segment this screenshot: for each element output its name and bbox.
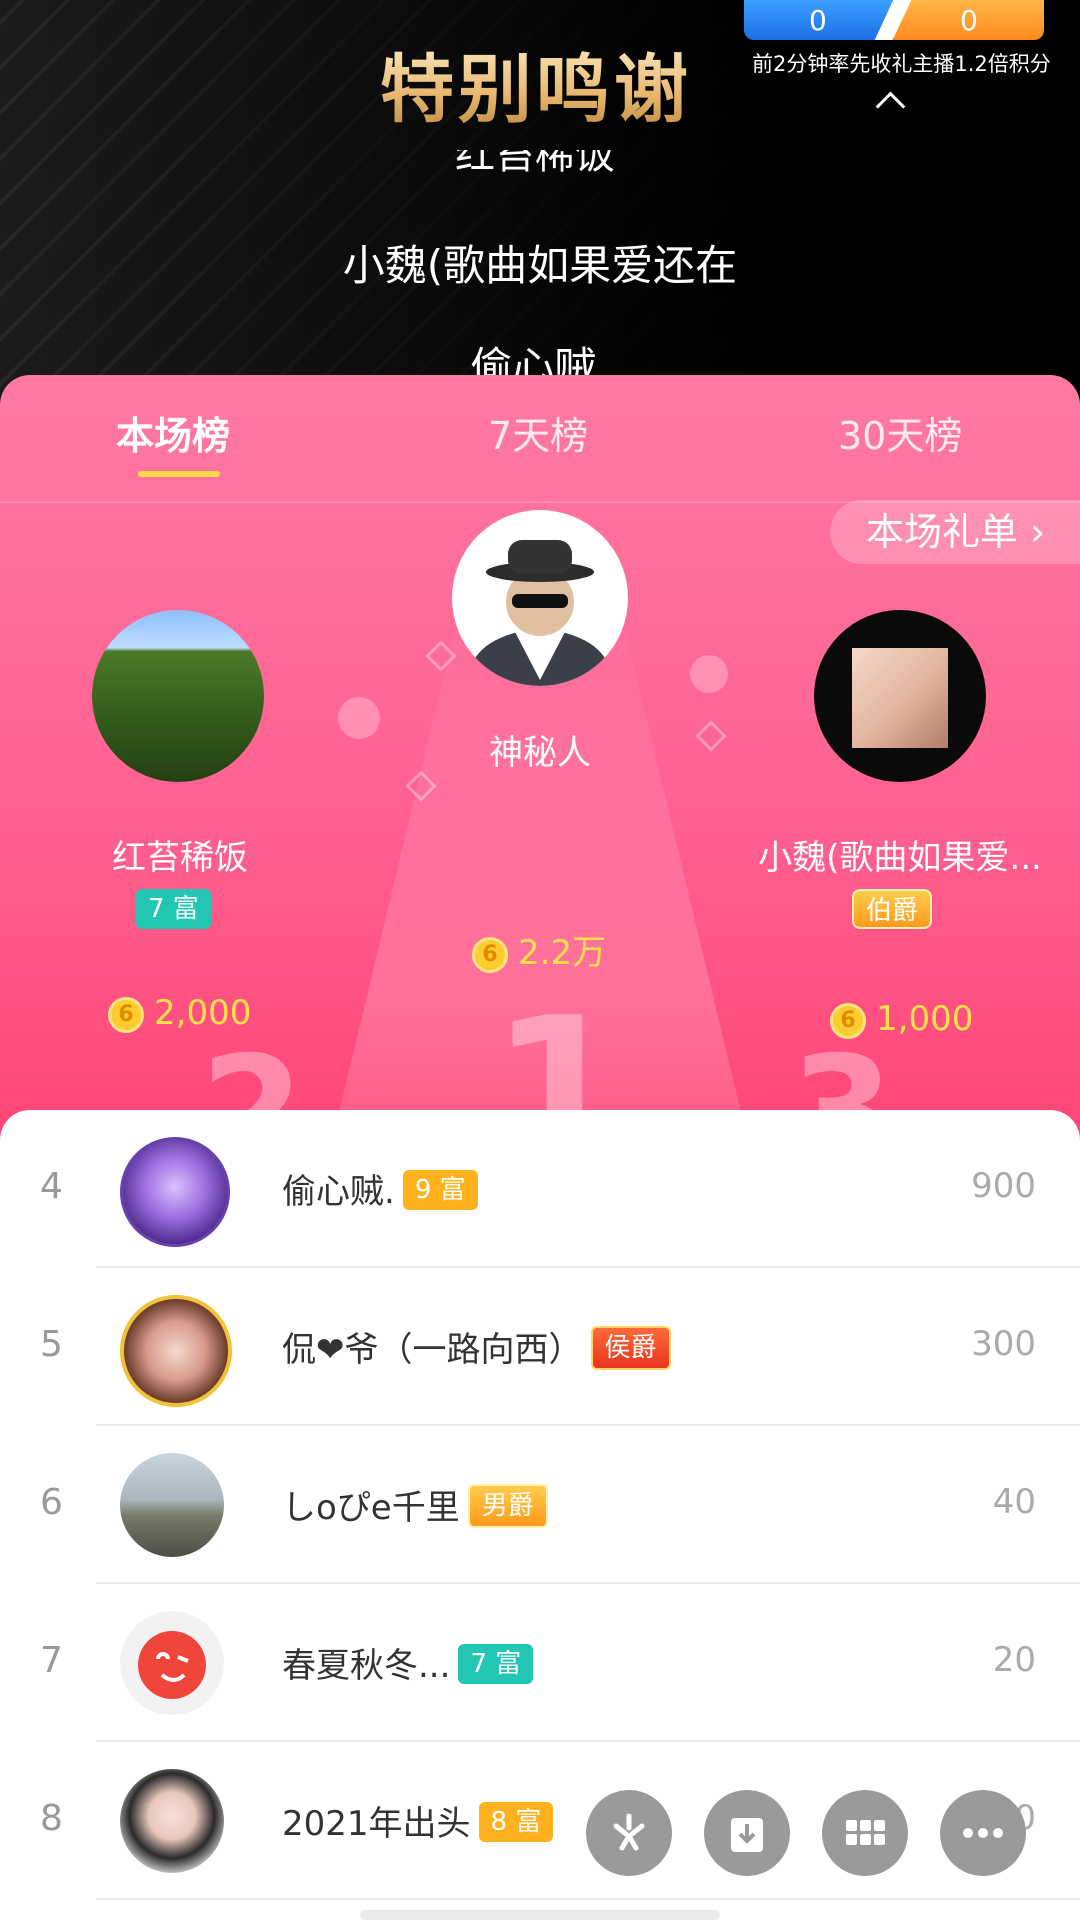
- row-avatar[interactable]: [120, 1769, 224, 1873]
- row-score: 900: [971, 1166, 1036, 1206]
- row-score: 20: [992, 1640, 1036, 1680]
- row-rank: 8: [40, 1798, 63, 1839]
- row-badge: 9 富: [402, 1169, 478, 1210]
- row-rank: 6: [40, 1482, 63, 1523]
- row-avatar[interactable]: [120, 1295, 232, 1407]
- row-badge: 侯爵: [590, 1325, 671, 1370]
- pk-tip: 前2分钟率先收礼主播1.2倍积分: [752, 52, 1051, 76]
- share-button[interactable]: [586, 1790, 672, 1876]
- sparkle: [338, 697, 380, 739]
- coin-icon: 6: [108, 996, 144, 1033]
- credit-partial: 红苔稀饭: [455, 150, 615, 176]
- list-item[interactable]: 5 侃❤爷（一路向西） 侯爵 300: [0, 1268, 1080, 1426]
- row-score: 300: [971, 1324, 1036, 1364]
- tab-7-days[interactable]: 7天榜: [488, 405, 588, 460]
- row-score: 40: [992, 1482, 1036, 1522]
- bottom-handle[interactable]: [360, 1910, 720, 1920]
- avatar-first[interactable]: [452, 510, 628, 686]
- badge-second: 7 富: [136, 889, 211, 929]
- wink-face-icon: [138, 1631, 206, 1699]
- mystery-man-icon: [470, 540, 610, 686]
- row-divider: [96, 1898, 1080, 1900]
- pk-left-score: 0: [809, 4, 827, 37]
- avatar-second[interactable]: [92, 610, 264, 782]
- more-icon: [963, 1828, 1003, 1838]
- row-avatar[interactable]: [120, 1453, 224, 1557]
- tab-30-days[interactable]: 30天榜: [838, 405, 962, 460]
- download-icon: [731, 1818, 763, 1852]
- row-name: 侃❤爷（一路向西）: [282, 1330, 583, 1370]
- amount-third: 6 1,000: [830, 999, 973, 1039]
- pk-score-bar: 0 0: [744, 0, 1044, 40]
- coin-icon: 6: [830, 1002, 866, 1039]
- credits-area: 特别鸣谢 红苔稀饭 小魏(歌曲如果爱还在 偷心贼. 0 0 前2分钟率先收礼主播…: [0, 0, 1080, 400]
- pk-right-score: 0: [960, 4, 978, 37]
- name-third: 小魏(歌曲如果爱...: [758, 838, 1042, 878]
- badge-third: 伯爵: [852, 889, 933, 929]
- amount-second: 6 2,000: [108, 993, 251, 1033]
- avatar-third[interactable]: [814, 610, 986, 782]
- more-button[interactable]: [940, 1790, 1026, 1876]
- thanks-title: 特别鸣谢: [380, 30, 692, 137]
- row-badge: 7 富: [458, 1643, 534, 1684]
- download-button[interactable]: [704, 1790, 790, 1876]
- list-item[interactable]: 4 偷心贼. 9 富 900: [0, 1110, 1080, 1268]
- row-avatar[interactable]: [120, 1137, 230, 1247]
- list-item[interactable]: 8 2021年出头8 富 20: [0, 1742, 1080, 1900]
- ranking-list: 4 偷心贼. 9 富 900 5 侃❤爷（一路向西） 侯爵 300 6 しoぴe千里…: [0, 1110, 1080, 1920]
- row-name: 春夏秋冬...: [282, 1646, 451, 1686]
- avatar-photo: [852, 648, 948, 748]
- row-name: 2021年出头: [282, 1804, 471, 1844]
- list-item[interactable]: 6 しoぴe千里 男爵 40: [0, 1426, 1080, 1584]
- sparkle: [690, 655, 728, 693]
- row-name: しoぴe千里: [282, 1488, 460, 1528]
- row-badge: 男爵: [467, 1483, 548, 1528]
- name-second: 红苔稀饭: [112, 838, 248, 878]
- share-icon: [613, 1813, 645, 1851]
- grid-icon: [846, 1820, 885, 1845]
- row-rank: 4: [40, 1166, 63, 1207]
- grid-button[interactable]: [822, 1790, 908, 1876]
- tab-active-indicator: [138, 471, 220, 477]
- name-first: 神秘人: [489, 733, 591, 773]
- gift-list-button[interactable]: 本场礼单 ›: [830, 500, 1080, 564]
- row-rank: 5: [40, 1324, 63, 1365]
- row-rank: 7: [40, 1640, 63, 1681]
- coin-icon: 6: [472, 936, 508, 973]
- ranking-tabs: 本场榜 7天榜 30天榜: [0, 375, 1080, 501]
- amount-first: 6 2.2万: [472, 925, 606, 974]
- list-item[interactable]: 7 春夏秋冬... 7 富 20: [0, 1584, 1080, 1742]
- tab-current-session[interactable]: 本场榜: [116, 405, 230, 460]
- credit-line-1: 小魏(歌曲如果爱还在: [342, 241, 738, 290]
- row-avatar[interactable]: [120, 1611, 224, 1715]
- row-badge: 8 富: [478, 1801, 554, 1842]
- sparkle-diamond: [695, 720, 727, 752]
- row-name: 偷心贼.: [282, 1172, 395, 1212]
